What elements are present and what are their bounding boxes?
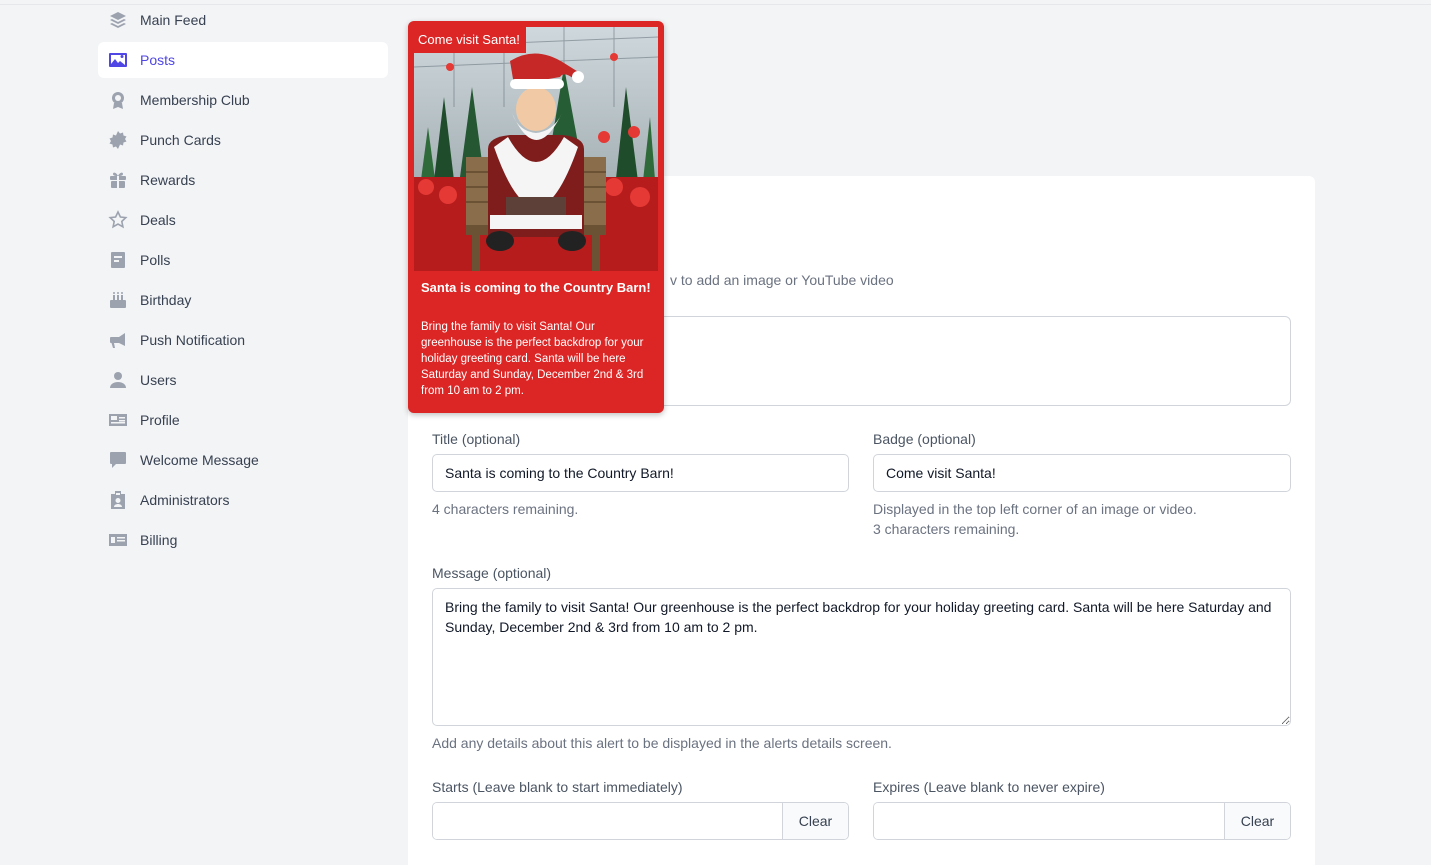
title-input[interactable] xyxy=(432,454,849,492)
badge-input[interactable] xyxy=(873,454,1291,492)
sidebar-item-profile[interactable]: Profile xyxy=(98,402,388,438)
sidebar-item-label: Welcome Message xyxy=(140,452,259,468)
sidebar-item-label: Punch Cards xyxy=(140,132,221,148)
sidebar-item-label: Users xyxy=(140,372,177,388)
preview-image xyxy=(414,27,658,271)
sidebar-item-label: Posts xyxy=(140,52,176,68)
sidebar-item-punch-cards[interactable]: Punch Cards xyxy=(98,122,388,158)
message-label: Message (optional) xyxy=(432,565,552,581)
sidebar-item-deals[interactable]: Deals xyxy=(98,202,388,238)
starts-label: Starts (Leave blank to start immediately… xyxy=(432,779,683,795)
layers-icon xyxy=(107,10,128,31)
sidebar-item-birthday[interactable]: Birthday xyxy=(98,282,388,318)
star-icon xyxy=(107,210,128,231)
sidebar-item-polls[interactable]: Polls xyxy=(98,242,388,278)
gift-icon xyxy=(107,170,128,191)
sidebar-item-label: Rewards xyxy=(140,172,196,188)
title-label: Title (optional) xyxy=(432,431,521,447)
preview-title: Santa is coming to the Country Barn! xyxy=(421,280,651,295)
badge-label: Badge (optional) xyxy=(873,431,976,447)
starts-field-group: Clear xyxy=(432,802,849,840)
message-textarea[interactable]: Bring the family to visit Santa! Our gre… xyxy=(432,588,1291,726)
preview-badge: Come visit Santa! xyxy=(408,27,526,53)
badge-id-icon xyxy=(107,490,128,511)
billing-icon xyxy=(107,530,128,551)
sidebar-item-label: Administrators xyxy=(140,492,230,508)
badge-help: Displayed in the top left corner of an i… xyxy=(873,501,1197,517)
sidebar-item-posts[interactable]: Posts xyxy=(98,42,388,78)
sidebar-item-administrators[interactable]: Administrators xyxy=(98,482,388,518)
badge-icon xyxy=(107,130,128,151)
image-icon xyxy=(107,50,128,71)
sidebar-item-welcome-message[interactable]: Welcome Message xyxy=(98,442,388,478)
preview-message: Bring the family to visit Santa! Our gre… xyxy=(421,321,644,397)
chat-icon xyxy=(107,450,128,471)
sidebar-item-users[interactable]: Users xyxy=(98,362,388,398)
badge-chars-remaining: 3 characters remaining. xyxy=(873,521,1020,537)
title-help: 4 characters remaining. xyxy=(432,501,579,517)
award-icon xyxy=(107,90,128,111)
starts-input[interactable] xyxy=(433,803,782,839)
sidebar-item-main-feed[interactable]: Main Feed xyxy=(98,2,388,38)
sidebar-item-label: Main Feed xyxy=(140,12,207,28)
sidebar-item-label: Deals xyxy=(140,212,176,228)
sidebar-item-label: Profile xyxy=(140,412,180,428)
id-card-icon xyxy=(107,410,128,431)
sidebar-item-membership-club[interactable]: Membership Club xyxy=(98,82,388,118)
sidebar-item-label: Billing xyxy=(140,532,178,548)
sidebar-item-label: Birthday xyxy=(140,292,192,308)
message-help: Add any details about this alert to be d… xyxy=(432,735,892,751)
sidebar-nav: Main Feed Posts Membership Club Punch Ca… xyxy=(98,2,388,562)
cake-icon xyxy=(107,290,128,311)
media-upload-hint: v to add an image or YouTube video xyxy=(670,272,894,288)
poll-icon xyxy=(107,250,128,271)
sidebar-item-label: Push Notification xyxy=(140,332,246,348)
sidebar-item-billing[interactable]: Billing xyxy=(98,522,388,558)
expires-field-group: Clear xyxy=(873,802,1291,840)
sidebar-item-push-notification[interactable]: Push Notification xyxy=(98,322,388,358)
sidebar-item-label: Polls xyxy=(140,252,171,268)
user-icon xyxy=(107,370,128,391)
starts-clear-button[interactable]: Clear xyxy=(782,803,848,839)
sidebar-item-rewards[interactable]: Rewards xyxy=(98,162,388,198)
expires-input[interactable] xyxy=(874,803,1224,839)
post-preview-card: Come visit Santa! Santa is coming to the… xyxy=(408,21,664,413)
sidebar-item-label: Membership Club xyxy=(140,92,250,108)
expires-clear-button[interactable]: Clear xyxy=(1224,803,1290,839)
expires-label: Expires (Leave blank to never expire) xyxy=(873,779,1105,795)
megaphone-icon xyxy=(107,330,128,351)
